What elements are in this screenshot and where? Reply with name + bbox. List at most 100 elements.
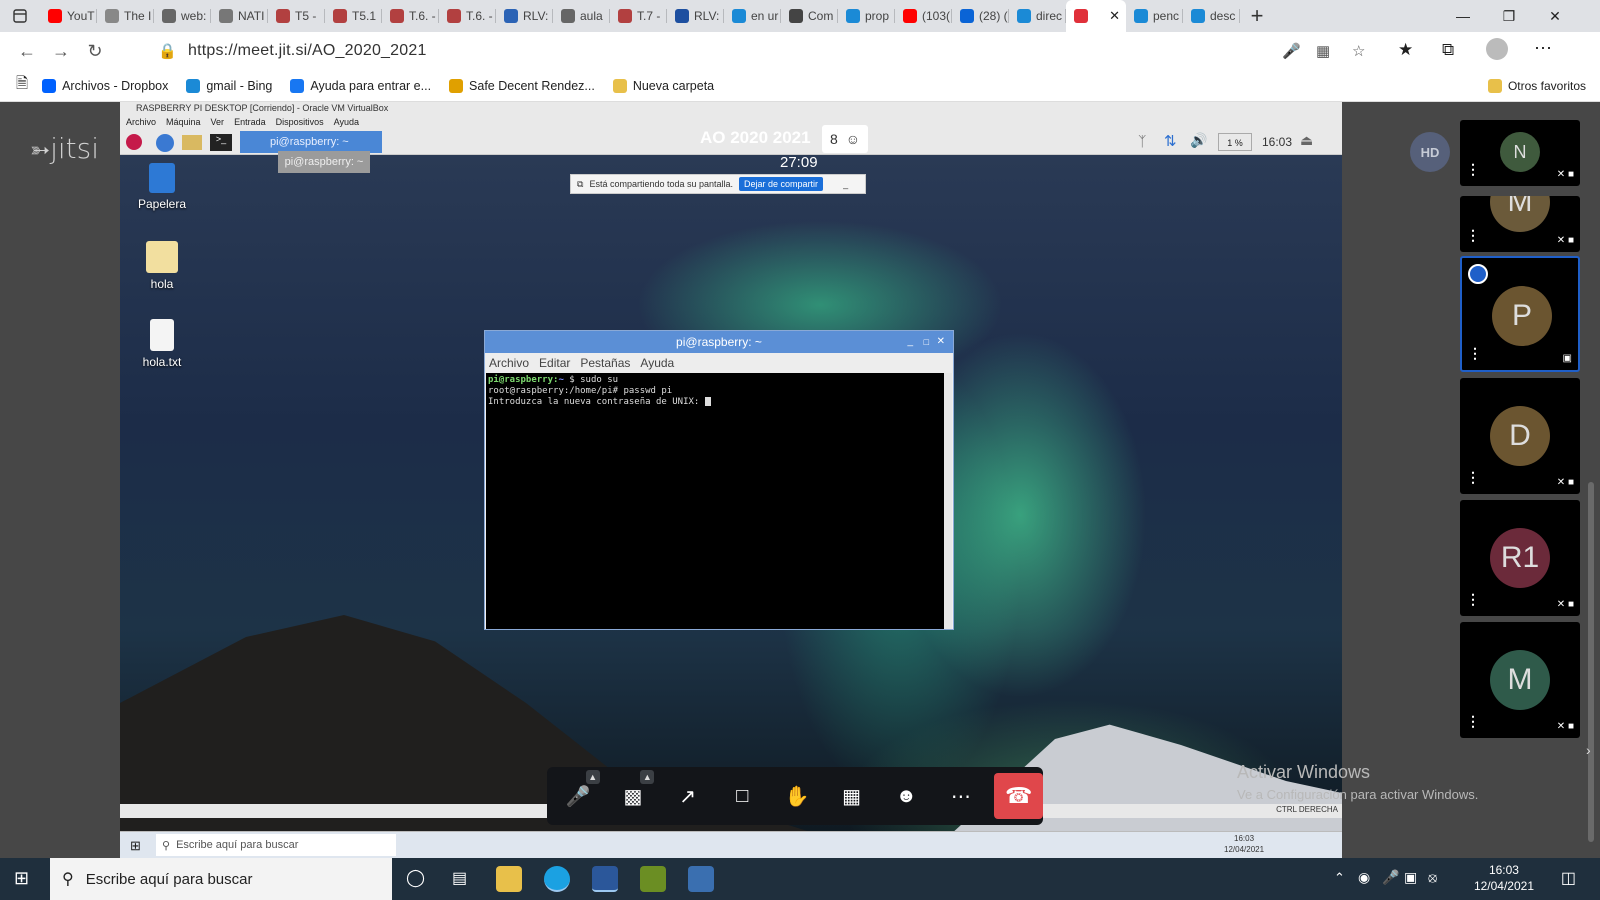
participant-tile[interactable]: N ⋮ ✕ ■ — [1460, 120, 1580, 186]
participant-tile[interactable]: R1 ⋮ ✕ ■ — [1460, 500, 1580, 616]
browser-icon[interactable] — [156, 134, 174, 152]
task-view-icon[interactable]: ▤ — [452, 868, 467, 888]
tab-actions-icon[interactable] — [0, 0, 40, 32]
share-screen-button[interactable]: ↗ — [660, 767, 715, 825]
terminal-scrollbar[interactable] — [944, 373, 952, 629]
desktop-icon-file[interactable]: hola.txt — [122, 319, 202, 369]
collections-icon[interactable]: ⧉ — [1442, 40, 1454, 60]
file-explorer-icon[interactable] — [496, 866, 522, 892]
file-manager-icon[interactable] — [182, 135, 202, 150]
new-tab-button[interactable]: + — [1240, 0, 1274, 32]
browser-tab[interactable]: desc — [1183, 0, 1240, 32]
browser-tab[interactable]: T.7 - — [610, 0, 667, 32]
terminal-menu-item[interactable]: Ayuda — [640, 353, 674, 373]
bookmark-item[interactable]: Nueva carpeta — [612, 78, 714, 93]
close-window-button[interactable]: ✕ — [1532, 0, 1578, 32]
participants-button[interactable]: ☻ — [879, 767, 934, 825]
browser-tab[interactable]: direc — [1009, 0, 1066, 32]
vm-menu-item[interactable]: Entrada — [234, 115, 266, 129]
desktop-icon-folder[interactable]: hola — [122, 241, 202, 291]
browser-tab[interactable]: T.6. - — [382, 0, 439, 32]
filmstrip-toggle-icon[interactable]: › — [1586, 742, 1591, 758]
url-text[interactable]: https://meet.jit.si/AO_2020_2021 — [188, 42, 427, 60]
bookmark-item[interactable]: gmail - Bing — [186, 78, 272, 93]
display-tray-icon[interactable]: ▣ — [1404, 869, 1417, 886]
participant-tile[interactable]: M ⋮ ✕ ■ — [1460, 196, 1580, 252]
bookmark-item[interactable]: Archivos - Dropbox — [42, 78, 168, 93]
edge-icon[interactable] — [544, 866, 570, 892]
apps-icon[interactable]: ▦ — [1316, 42, 1330, 60]
participant-menu-icon[interactable]: ⋮ — [1468, 345, 1482, 362]
add-favorite-icon[interactable]: ☆ — [1352, 42, 1365, 60]
page-icon[interactable]: 🗎 — [16, 73, 28, 98]
browser-tab[interactable]: T.6. - — [439, 0, 496, 32]
toggle-camera-button[interactable]: ▩ ▲ — [606, 767, 661, 825]
microphone-icon[interactable]: 🎤 — [1282, 42, 1301, 60]
video-settings-caret[interactable]: ▲ — [640, 770, 655, 784]
terminal-menu-item[interactable]: Editar — [539, 353, 570, 373]
maximize-button[interactable]: ❐ — [1486, 0, 1532, 32]
taskbar-search-box[interactable]: ⚲ Escribe aquí para buscar — [50, 858, 392, 900]
browser-tab[interactable]: (28) ( — [952, 0, 1009, 32]
show-hidden-icons[interactable]: ⌃ — [1334, 870, 1345, 886]
lock-icon[interactable]: 🔒 — [158, 42, 177, 60]
vm-menu-item[interactable]: Máquina — [166, 115, 201, 129]
participant-menu-icon[interactable]: ⋮ — [1466, 713, 1480, 730]
browser-tab[interactable]: RLV: — [496, 0, 553, 32]
filmstrip-scrollbar[interactable] — [1588, 482, 1594, 842]
participant-menu-icon[interactable]: ⋮ — [1466, 469, 1480, 486]
browser-tab[interactable]: T5 - — [268, 0, 325, 32]
word-icon[interactable] — [592, 866, 618, 892]
raise-hand-button[interactable]: ✋ — [770, 767, 825, 825]
browser-tab[interactable]: YouT — [40, 0, 97, 32]
browser-tab[interactable]: ✕ — [1066, 0, 1126, 32]
browser-tab[interactable]: en ur — [724, 0, 781, 32]
jitsi-logo[interactable]: ➳jitsi — [30, 132, 99, 165]
forward-icon[interactable]: → — [44, 34, 78, 68]
participant-count-badge[interactable]: 8 ☺ — [822, 125, 868, 153]
terminal-output[interactable]: pi@raspberry:~ $ sudo su root@raspberry:/… — [486, 373, 944, 629]
terminal-menu-item[interactable]: Archivo — [489, 353, 529, 373]
notifications-icon[interactable]: ◫ — [1561, 868, 1576, 888]
hide-notice-button[interactable]: _ — [843, 179, 848, 189]
favorites-icon[interactable]: ★ — [1398, 40, 1413, 60]
webcam-tray-icon[interactable]: ◉ — [1358, 869, 1370, 886]
back-icon[interactable]: ← — [10, 34, 44, 68]
raspberry-menu-icon[interactable] — [126, 134, 142, 150]
start-icon[interactable]: ⊞ — [130, 838, 141, 854]
refresh-icon[interactable]: ↻ — [78, 34, 112, 68]
vm-menu-item[interactable]: Archivo — [126, 115, 156, 129]
browser-tab[interactable]: Com — [781, 0, 838, 32]
participant-tile[interactable]: P ⋮ ▣ — [1460, 256, 1580, 372]
vm-taskbar-item[interactable]: pi@raspberry: ~ — [240, 131, 382, 153]
microphone-tray-icon[interactable]: 🎤 — [1382, 869, 1399, 886]
network-icon[interactable]: ⇅ — [1164, 132, 1177, 150]
stop-sharing-button[interactable]: Dejar de compartir — [739, 177, 824, 191]
participant-tile[interactable]: D ⋮ ✕ ■ — [1460, 378, 1580, 494]
close-tab-icon[interactable]: ✕ — [1109, 8, 1120, 24]
terminal-title-bar[interactable]: pi@raspberry: ~ _ □ ✕ — [485, 331, 953, 353]
browser-tab[interactable]: NATI — [211, 0, 268, 32]
eject-icon[interactable]: ⏏ — [1300, 132, 1313, 149]
desktop-icon-trash[interactable]: Papelera — [122, 163, 202, 211]
vm-menu-item[interactable]: Ver — [211, 115, 225, 129]
wifi-icon[interactable]: ⦻ — [1428, 869, 1437, 886]
audio-settings-caret[interactable]: ▲ — [585, 770, 600, 784]
more-menu-icon[interactable]: ⋯ — [1534, 38, 1552, 59]
more-actions-button[interactable]: ⋯ — [934, 767, 989, 825]
terminal-minimize-icon[interactable]: _ — [907, 331, 913, 353]
profile-avatar[interactable] — [1486, 38, 1508, 60]
bookmark-item[interactable]: Ayuda para entrar e... — [290, 78, 431, 93]
terminal-close-icon[interactable]: ✕ — [937, 331, 945, 353]
participant-menu-icon[interactable]: ⋮ — [1466, 227, 1480, 244]
tile-view-button[interactable]: ▦ — [824, 767, 879, 825]
browser-tab[interactable]: aula — [553, 0, 610, 32]
terminal-window[interactable]: pi@raspberry: ~ _ □ ✕ Archivo Editar Pesta… — [484, 330, 954, 630]
terminal-menu-item[interactable]: Pestañas — [580, 353, 630, 373]
terminal-launcher-icon[interactable]: >_ — [210, 134, 232, 151]
windows-start-icon[interactable]: ⊞ — [14, 868, 29, 889]
bluetooth-icon[interactable]: ᛉ — [1138, 133, 1146, 149]
other-favorites[interactable]: Otros favoritos — [1487, 78, 1586, 93]
terminal-maximize-icon[interactable]: □ — [924, 331, 929, 353]
volume-icon[interactable]: 🔊 — [1190, 132, 1207, 149]
